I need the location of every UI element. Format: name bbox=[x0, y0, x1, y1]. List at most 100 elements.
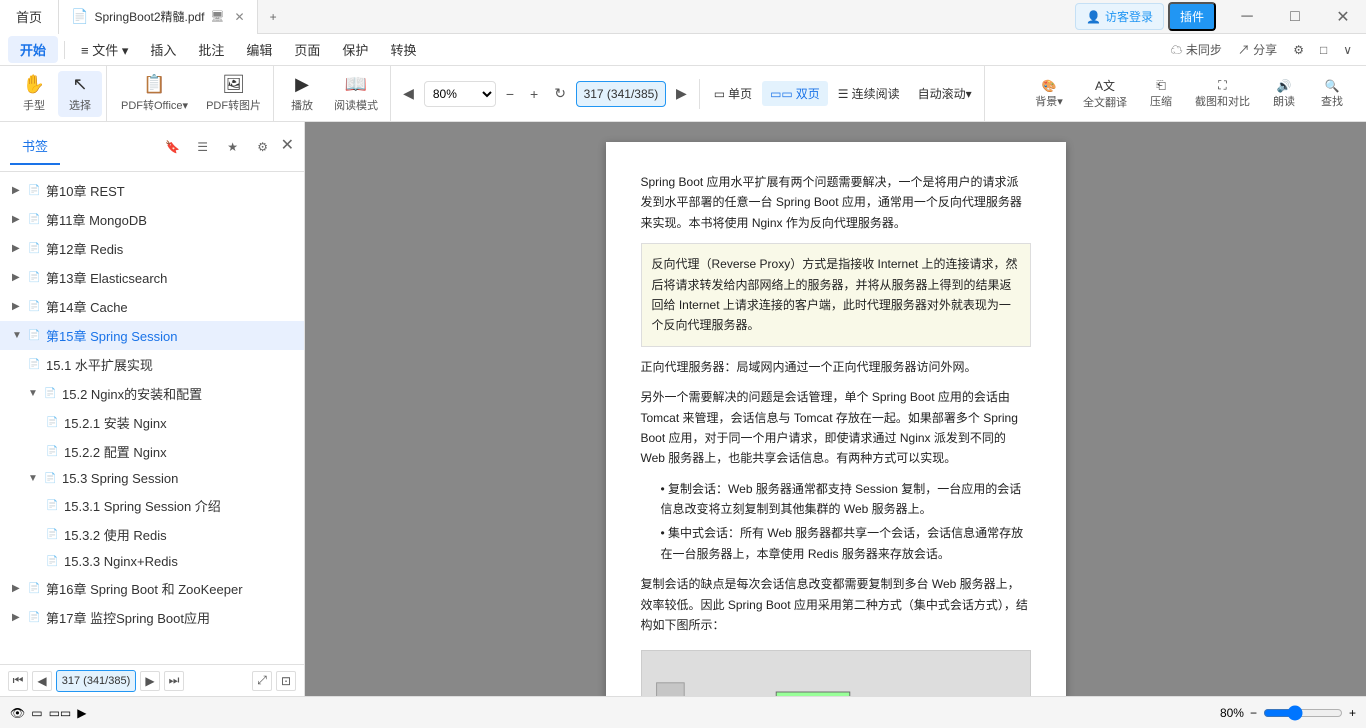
page-icon: 📄 bbox=[28, 583, 42, 594]
settings-icon[interactable]: ⚙ bbox=[1287, 39, 1310, 61]
toc-item-ch15-2-1[interactable]: 📄 15.2.1 安装 Nginx bbox=[0, 408, 304, 437]
page-number-input[interactable] bbox=[576, 81, 666, 107]
toc-item-ch15[interactable]: ▼ 📄 第15章 Spring Session bbox=[0, 321, 304, 350]
zoom-minus-button[interactable]: − bbox=[500, 84, 520, 104]
toc-item-ch10[interactable]: ▶ 📄 第10章 REST bbox=[0, 176, 304, 205]
start-button[interactable]: 开始 bbox=[8, 36, 58, 63]
maximize-button[interactable]: □ bbox=[1272, 0, 1318, 34]
first-page-button[interactable]: ⏮ bbox=[8, 671, 28, 691]
home-tab[interactable]: 首页 bbox=[0, 0, 59, 34]
page-input-sm[interactable] bbox=[56, 670, 136, 692]
screenshot-compare-button[interactable]: ⛶ 截图和对比 bbox=[1187, 71, 1258, 117]
expand-icon: ▶ bbox=[12, 243, 24, 254]
bookmark-star-icon[interactable]: ★ bbox=[221, 135, 245, 159]
menu-annotate[interactable]: 批注 bbox=[188, 36, 234, 63]
toc-item-ch15-2-2[interactable]: 📄 15.2.2 配置 Nginx bbox=[0, 437, 304, 466]
visitor-login-button[interactable]: 👤 访客登录 bbox=[1075, 3, 1164, 30]
menu-protect[interactable]: 保护 bbox=[332, 36, 378, 63]
translate-icon: A文 bbox=[1095, 77, 1115, 94]
read-mode-button[interactable]: 📖 阅读模式 bbox=[326, 71, 386, 117]
menu-page[interactable]: 页面 bbox=[284, 36, 330, 63]
continuous-read-button[interactable]: ☰ 连续阅读 bbox=[830, 81, 908, 106]
tts-button[interactable]: 🔊 朗读 bbox=[1262, 71, 1306, 117]
pdf-text-4: 另外一个需要解决的问题是会话管理，单个 Spring Boot 应用的会话由 T… bbox=[641, 387, 1031, 469]
pdf-tab-label: SpringBoot2精髓.pdf bbox=[94, 8, 204, 25]
expand-icon: ▶ bbox=[12, 185, 24, 196]
play-button[interactable]: ▶ 播放 bbox=[280, 71, 324, 117]
plugin-button[interactable]: 插件 bbox=[1168, 2, 1216, 31]
fit-width-button[interactable]: ⤢ bbox=[252, 671, 272, 691]
toc-item-ch15-3-2[interactable]: 📄 15.3.2 使用 Redis bbox=[0, 520, 304, 549]
double-page-button[interactable]: ▭▭ 双页 bbox=[762, 81, 828, 106]
toc-item-ch12[interactable]: ▶ 📄 第12章 Redis bbox=[0, 234, 304, 263]
last-page-button[interactable]: ⏭ bbox=[164, 671, 184, 691]
toc-item-ch15-2[interactable]: ▼ 📄 15.2 Nginx的安装和配置 bbox=[0, 379, 304, 408]
more-icon[interactable]: ∨ bbox=[1337, 39, 1358, 61]
toc-item-ch16[interactable]: ▶ 📄 第16章 Spring Boot 和 ZooKeeper bbox=[0, 574, 304, 603]
new-tab-button[interactable]: + bbox=[258, 0, 289, 34]
prev-page-button[interactable]: ◀ bbox=[397, 83, 420, 104]
toc-item-ch11[interactable]: ▶ 📄 第11章 MongoDB bbox=[0, 205, 304, 234]
tab-close-icon[interactable]: ✕ bbox=[235, 10, 245, 24]
zoom-plus-status[interactable]: + bbox=[1349, 706, 1356, 720]
menu-file[interactable]: ≡ 文件 ▾ bbox=[71, 36, 138, 63]
toc-item-ch15-3-1[interactable]: 📄 15.3.1 Spring Session 介绍 bbox=[0, 491, 304, 520]
menu-convert[interactable]: 转换 bbox=[380, 36, 426, 63]
bookmark-list-icon[interactable]: ☰ bbox=[191, 135, 215, 159]
background-button[interactable]: 🎨 背景▾ bbox=[1027, 71, 1071, 117]
zoom-select[interactable]: 80% 100% 150% bbox=[425, 84, 495, 104]
pdf-to-img-button[interactable]: 🖼 PDF转图片 bbox=[198, 71, 269, 117]
select-tool-button[interactable]: ↖ 选择 bbox=[58, 71, 102, 117]
view-icon: ▭ bbox=[31, 706, 42, 720]
layout-icon[interactable]: □ bbox=[1314, 39, 1333, 61]
sidebar-close-button[interactable]: ✕ bbox=[281, 135, 294, 159]
page-icon: 📄 bbox=[46, 556, 60, 567]
pdf-tab[interactable]: 📄 SpringBoot2精髓.pdf 🖥 ✕ bbox=[59, 0, 258, 34]
playback-group: ▶ 播放 📖 阅读模式 bbox=[276, 66, 391, 121]
rotate-button[interactable]: ↻ bbox=[548, 83, 572, 104]
full-translate-button[interactable]: A文 全文翻译 bbox=[1075, 71, 1135, 117]
toc-item-ch15-3-3[interactable]: 📄 15.3.3 Nginx+Redis bbox=[0, 549, 304, 574]
prev-page-sm-button[interactable]: ◀ bbox=[32, 671, 52, 691]
diagram-area: 系统 功 能 N G I N X 菜单 ip1:8090 ip2:9000 bbox=[641, 650, 1031, 696]
bookmarks-tab[interactable]: 书签 bbox=[10, 128, 60, 165]
toc-item-ch15-3[interactable]: ▼ 📄 15.3 Spring Session bbox=[0, 466, 304, 491]
toc-item-ch14[interactable]: ▶ 📄 第14章 Cache bbox=[0, 292, 304, 321]
zoom-plus-button[interactable]: + bbox=[524, 84, 544, 104]
close-button[interactable]: ✕ bbox=[1320, 0, 1366, 34]
bookmark-add-icon[interactable]: 🔖 bbox=[161, 135, 185, 159]
page-icon: 📄 bbox=[46, 500, 60, 511]
expand-icon: ▼ bbox=[28, 388, 40, 399]
toc-item-ch15-1[interactable]: 📄 15.1 水平扩展实现 bbox=[0, 350, 304, 379]
search-button[interactable]: 🔍 查找 bbox=[1310, 71, 1354, 117]
menu-insert[interactable]: 插入 bbox=[140, 36, 186, 63]
zoom-control[interactable]: 80% 100% 150% bbox=[424, 81, 496, 107]
sidebar-view-icons: ⤢ ⊡ bbox=[252, 671, 296, 691]
page-icon: 📄 bbox=[44, 388, 58, 399]
status-left: 👁 ▭ ▭▭ ▶ bbox=[10, 706, 87, 720]
single-page-button[interactable]: ▭ 单页 bbox=[706, 81, 760, 106]
menu-edit[interactable]: 编辑 bbox=[236, 36, 282, 63]
cloud-sync-icon[interactable]: ☁ 未同步 bbox=[1165, 37, 1228, 62]
zoom-slider[interactable] bbox=[1263, 705, 1343, 721]
share-icon[interactable]: ↗ 分享 bbox=[1232, 37, 1283, 62]
fit-page-button[interactable]: ⊡ bbox=[276, 671, 296, 691]
toc-item-ch13[interactable]: ▶ 📄 第13章 Elasticsearch bbox=[0, 263, 304, 292]
next-page-sm-button[interactable]: ▶ bbox=[140, 671, 160, 691]
zoom-minus-status[interactable]: − bbox=[1250, 706, 1257, 720]
compress-button[interactable]: ⎗ 压缩 bbox=[1139, 71, 1183, 117]
toc-item-ch17[interactable]: ▶ 📄 第17章 监控Spring Boot应用 bbox=[0, 603, 304, 632]
auto-scroll-button[interactable]: 自动滚动▾ bbox=[910, 81, 980, 106]
next-page-button[interactable]: ▶ bbox=[670, 83, 693, 104]
bookmark-settings-icon[interactable]: ⚙ bbox=[251, 135, 275, 159]
page-icon: 📄 bbox=[46, 417, 60, 428]
pdf-to-office-button[interactable]: 📋 PDF转Office▾ bbox=[113, 71, 196, 117]
view-controls-group: ◀ 80% 100% 150% − + ↻ ▶ ▭ 单页 ▭▭ 双页 ☰ bbox=[393, 66, 985, 121]
pdf-text-3: 正向代理服务器：局域网内通过一个正向代理服务器访问外网。 bbox=[641, 357, 1031, 377]
page-icon: 📄 bbox=[28, 612, 42, 623]
hand-tool-button[interactable]: ✋ 手型 bbox=[12, 71, 56, 117]
title-bar-actions: 👤 访客登录 插件 bbox=[1075, 2, 1224, 31]
office-icon: 📋 bbox=[143, 74, 165, 95]
page-icon: 📄 bbox=[44, 473, 58, 484]
minimize-button[interactable]: ─ bbox=[1224, 0, 1270, 34]
